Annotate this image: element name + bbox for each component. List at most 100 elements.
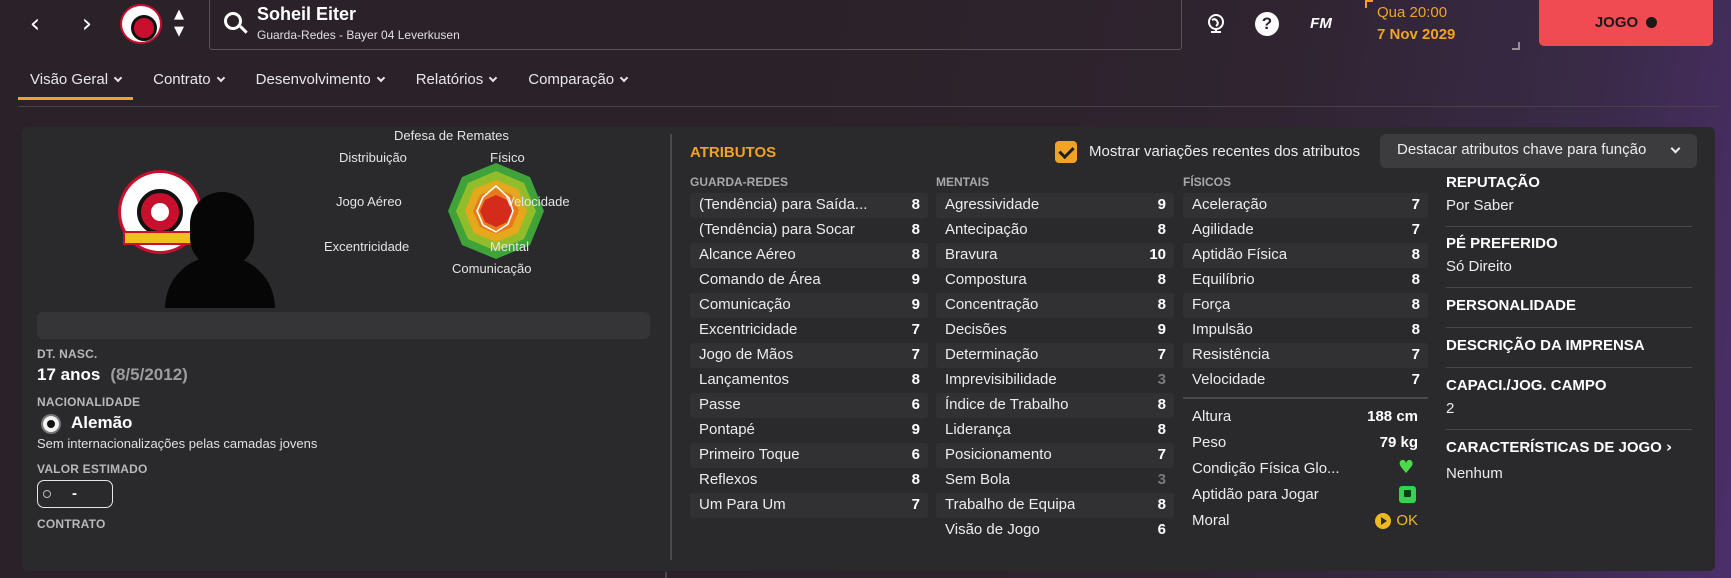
condition-row[interactable]: Condição Física Glo... ♥ (1183, 456, 1428, 482)
attribute-value: 6 (911, 446, 920, 463)
height-value: 188 cm (1367, 408, 1418, 425)
reputation-value: Por Saber (1446, 197, 1514, 214)
attribute-row[interactable]: Resistência 7 (1183, 343, 1428, 368)
tab-development[interactable]: Desenvolvimento (244, 62, 396, 100)
search-icon[interactable] (224, 12, 242, 30)
divider (1446, 367, 1692, 368)
attribute-row[interactable]: Pontapé 9 (690, 418, 928, 443)
player-traits-block[interactable]: CARACTERÍSTICAS DE JOGO › Nenhum (1446, 438, 1692, 482)
attribute-name: Primeiro Toque (699, 446, 800, 463)
age-value: 17 anos (37, 365, 101, 384)
attribute-name: Posicionamento (945, 446, 1052, 463)
attribute-name: Concentração (945, 296, 1039, 313)
weight-row: Peso 79 kg (1183, 430, 1428, 456)
estimated-value-box[interactable]: - (37, 480, 113, 508)
show-changes-label[interactable]: Mostrar variações recentes dos atributos (1089, 143, 1360, 160)
physical-heading: FÍSICOS (1183, 175, 1232, 189)
show-changes-checkbox[interactable] (1055, 141, 1077, 163)
germany-flag-icon[interactable] (41, 414, 61, 434)
attribute-row[interactable]: Antecipação 8 (936, 218, 1174, 243)
attribute-row[interactable]: Liderança 8 (936, 418, 1174, 443)
attribute-value: 3 (1157, 471, 1166, 488)
goalkeeping-heading: GUARDA-REDES (690, 175, 789, 189)
match-fitness-row[interactable]: Aptidão para Jogar (1183, 482, 1428, 508)
attribute-row[interactable]: Concentração 8 (936, 293, 1174, 318)
forward-icon[interactable]: › (72, 10, 102, 40)
tab-contract[interactable]: Contrato (141, 62, 236, 100)
attribute-row[interactable]: Comunicação 9 (690, 293, 928, 318)
attribute-row[interactable]: Posicionamento 7 (936, 443, 1174, 468)
attribute-row[interactable]: Passe 6 (690, 393, 928, 418)
attribute-value: 8 (1411, 321, 1420, 338)
tab-comparison[interactable]: Comparação (516, 62, 639, 100)
morale-row[interactable]: Moral OK (1183, 508, 1428, 534)
attribute-name: Pontapé (699, 421, 755, 438)
top-bar: ‹ › ▲ ▼ Soheil Eiter Guarda-Redes - Bayer… (0, 0, 1731, 52)
tab-overview[interactable]: Visão Geral (18, 62, 134, 100)
attribute-name: Resistência (1192, 346, 1270, 363)
value-label: VALOR ESTIMADO (37, 462, 148, 476)
attribute-value: 8 (911, 196, 920, 213)
attribute-row[interactable]: (Tendência) para Saída... 8 (690, 193, 928, 218)
divider (1183, 397, 1428, 399)
attribute-row[interactable]: Imprevisibilidade 3 (936, 368, 1174, 393)
attribute-value: 8 (1157, 496, 1166, 513)
player-traits-value: Nenhum (1446, 465, 1503, 482)
nationality-value[interactable]: Alemão (71, 413, 132, 433)
attribute-row[interactable]: Trabalho de Equipa 8 (936, 493, 1174, 518)
attribute-row[interactable]: Jogo de Mãos 7 (690, 343, 928, 368)
attribute-row[interactable]: Bravura 10 (936, 243, 1174, 268)
game-date[interactable]: Qua 20:00 7 Nov 2029 (1365, 0, 1520, 50)
attribute-row[interactable]: Primeiro Toque 6 (690, 443, 928, 468)
attribute-row[interactable]: Aptidão Física 8 (1183, 243, 1428, 268)
attribute-row[interactable]: Lançamentos 8 (690, 368, 928, 393)
club-badge-icon[interactable] (120, 4, 162, 44)
attribute-row[interactable]: Aceleração 7 (1183, 193, 1428, 218)
continue-button[interactable]: JOGO (1539, 0, 1713, 46)
attribute-value: 8 (911, 246, 920, 263)
attribute-row[interactable]: Agressividade 9 (936, 193, 1174, 218)
attribute-row[interactable]: Comando de Área 9 (690, 268, 928, 293)
attribute-value: 8 (1411, 271, 1420, 288)
tab-reports[interactable]: Relatórios (404, 62, 509, 100)
attribute-row[interactable]: Índice de Trabalho 8 (936, 393, 1174, 418)
attribute-name: Passe (699, 396, 741, 413)
attribute-row[interactable]: Compostura 8 (936, 268, 1174, 293)
ability-block: CAPACI./JOG. CAMPO 2 (1446, 377, 1692, 417)
prev-next-player-icon[interactable]: ▲ ▼ (170, 6, 188, 42)
fm-icon[interactable]: FM (1304, 12, 1338, 36)
media-description-block: DESCRIÇÃO DA IMPRENSA (1446, 337, 1692, 354)
highlight-role-dropdown[interactable]: Destacar atributos chave para função (1380, 134, 1697, 168)
player-search-box[interactable]: Soheil Eiter Guarda-Redes - Bayer 04 Lev… (209, 0, 1182, 50)
attribute-name: Aceleração (1192, 196, 1268, 213)
badge-banner (123, 231, 199, 245)
attribute-row[interactable]: Sem Bola 3 (936, 468, 1174, 493)
attribute-row[interactable]: Determinação 7 (936, 343, 1174, 368)
tab-label: Comparação (528, 71, 615, 88)
attribute-row[interactable]: Reflexos 8 (690, 468, 928, 493)
attribute-row[interactable]: Equilíbrio 8 (1183, 268, 1428, 293)
divider (665, 572, 667, 578)
attribute-row[interactable]: Velocidade 7 (1183, 368, 1428, 393)
attribute-row[interactable]: Um Para Um 7 (690, 493, 928, 518)
help-icon[interactable]: ? (1255, 12, 1279, 36)
attribute-name: Índice de Trabalho (945, 396, 1069, 413)
attribute-row[interactable]: Decisões 9 (936, 318, 1174, 343)
attribute-row[interactable]: Visão de Jogo 6 (936, 518, 1174, 543)
attribute-value: 7 (1411, 371, 1420, 388)
chevron-right-icon: › (1666, 438, 1673, 456)
attribute-row[interactable]: Agilidade 7 (1183, 218, 1428, 243)
player-traits-label[interactable]: CARACTERÍSTICAS DE JOGO › (1446, 438, 1692, 456)
attribute-row[interactable]: (Tendência) para Socar 8 (690, 218, 928, 243)
attribute-radar[interactable]: Defesa de Remates Físico Velocidade Ment… (324, 128, 656, 305)
world-icon[interactable] (1204, 12, 1228, 36)
chevron-down-icon (489, 73, 498, 83)
attribute-row[interactable]: Força 8 (1183, 293, 1428, 318)
back-icon[interactable]: ‹ (20, 10, 50, 40)
dob-value: (8/5/2012) (110, 365, 188, 384)
attribute-row[interactable]: Impulsão 8 (1183, 318, 1428, 343)
attribute-row[interactable]: Excentricidade 7 (690, 318, 928, 343)
attribute-name: Visão de Jogo (945, 521, 1040, 538)
attribute-row[interactable]: Alcance Aéreo 8 (690, 243, 928, 268)
ability-value: 2 (1446, 400, 1455, 417)
